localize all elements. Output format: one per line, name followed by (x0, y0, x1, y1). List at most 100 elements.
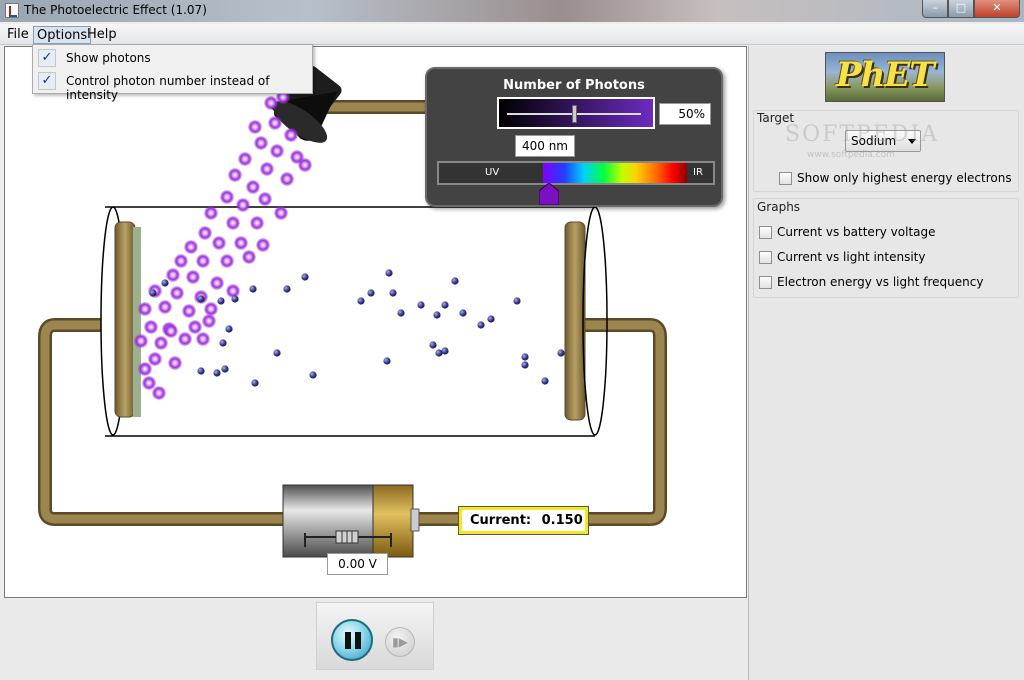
checkbox-box[interactable] (759, 276, 772, 289)
photon (238, 152, 252, 166)
electron (219, 339, 227, 347)
photon (250, 216, 264, 230)
photon (204, 206, 218, 220)
electron (221, 365, 229, 373)
intensity-value-field[interactable]: 50% (659, 103, 711, 125)
visible-spectrum (543, 163, 687, 183)
electron (309, 371, 317, 379)
electron (521, 361, 529, 369)
wavelength-value-field[interactable]: 400 nm (515, 135, 575, 157)
photon (166, 268, 180, 282)
photon (196, 332, 210, 346)
close-button[interactable]: ✕ (974, 0, 1020, 18)
cathode-plate (114, 221, 136, 418)
photon (142, 376, 156, 390)
step-button[interactable]: ▮▶ (385, 627, 415, 657)
pause-button[interactable] (331, 619, 373, 661)
electron (441, 301, 449, 309)
photon (188, 320, 202, 334)
photon (248, 120, 262, 134)
photon (154, 336, 168, 350)
electron (435, 349, 443, 357)
electron (433, 311, 441, 319)
minimize-button[interactable]: – (922, 0, 948, 18)
electron (301, 273, 309, 281)
photon (164, 324, 178, 338)
vacuum-tube (100, 206, 595, 437)
photon (134, 334, 148, 348)
electron (161, 279, 169, 287)
photon (186, 270, 200, 284)
menu-bar: File Options Help (0, 24, 1024, 45)
electron (231, 295, 239, 303)
photon (260, 162, 274, 176)
photon (254, 136, 268, 150)
photon-beam (134, 90, 312, 400)
target-metal-select[interactable]: Sodium (845, 130, 921, 152)
electron (367, 289, 375, 297)
chevron-down-icon (908, 139, 916, 144)
photon (284, 128, 298, 142)
electron (273, 349, 281, 357)
electron (197, 295, 205, 303)
wavelength-spectrum-slider[interactable]: UV IR (437, 161, 715, 185)
photon (210, 276, 224, 290)
target-title: Target (757, 111, 795, 125)
photon (178, 332, 192, 346)
menu-options[interactable]: Options (33, 26, 92, 44)
photon (204, 302, 218, 316)
light-control-panel: Number of Photons 50% 400 nm UV IR (425, 67, 723, 207)
intensity-slider-thumb[interactable] (572, 105, 577, 123)
photon (236, 198, 250, 212)
photon (196, 254, 210, 268)
photon (144, 320, 158, 334)
electron (385, 269, 393, 277)
electron (417, 301, 425, 309)
battery-voltage-field[interactable]: 0.00 V (327, 553, 388, 575)
pause-icon (345, 632, 351, 649)
electron (357, 297, 365, 305)
photon (270, 144, 284, 158)
menu-help[interactable]: Help (84, 26, 120, 44)
photon (234, 236, 248, 250)
photon (298, 158, 312, 172)
electron (197, 367, 205, 375)
electron (149, 289, 157, 297)
photon (168, 356, 182, 370)
intensity-slider[interactable] (497, 97, 655, 129)
title-bar[interactable]: The Photoelectric Effect (1.07) – □ ✕ (0, 0, 1024, 22)
checkbox-box[interactable] (779, 172, 792, 185)
photon (138, 302, 152, 316)
maximize-button[interactable]: □ (948, 0, 974, 18)
options-menu-dropdown: ✓ Show photons ✓ Control photon number i… (32, 44, 313, 102)
photon (158, 300, 172, 314)
electron (225, 325, 233, 333)
checkbox-box[interactable] (759, 226, 772, 239)
photon (242, 250, 256, 264)
ir-label: IR (693, 167, 703, 178)
photon (170, 286, 184, 300)
electron (389, 289, 397, 297)
checkbox-box[interactable] (759, 251, 772, 264)
photon (148, 352, 162, 366)
step-icon: ▮▶ (392, 635, 408, 649)
photon (226, 284, 240, 298)
photon (220, 254, 234, 268)
photon (138, 362, 152, 376)
phet-logo[interactable]: PhET (825, 52, 945, 102)
photon (268, 116, 282, 130)
anode-plate (564, 221, 586, 421)
wavelength-slider-thumb[interactable] (538, 183, 559, 205)
electron (429, 341, 437, 349)
menu-item-control-photon-number[interactable]: ✓ Control photon number instead of inten… (33, 70, 312, 102)
uv-label: UV (485, 167, 500, 178)
checkmark-icon: ✓ (38, 72, 56, 90)
menu-item-show-photons[interactable]: ✓ Show photons (33, 47, 312, 69)
electron (451, 277, 459, 285)
menu-file[interactable]: File (4, 26, 32, 44)
current-readout: Current: 0.150 (458, 506, 589, 535)
photon (212, 236, 226, 250)
electron (477, 321, 485, 329)
clock-control-area: ▮▶ (0, 598, 748, 680)
photon (184, 240, 198, 254)
